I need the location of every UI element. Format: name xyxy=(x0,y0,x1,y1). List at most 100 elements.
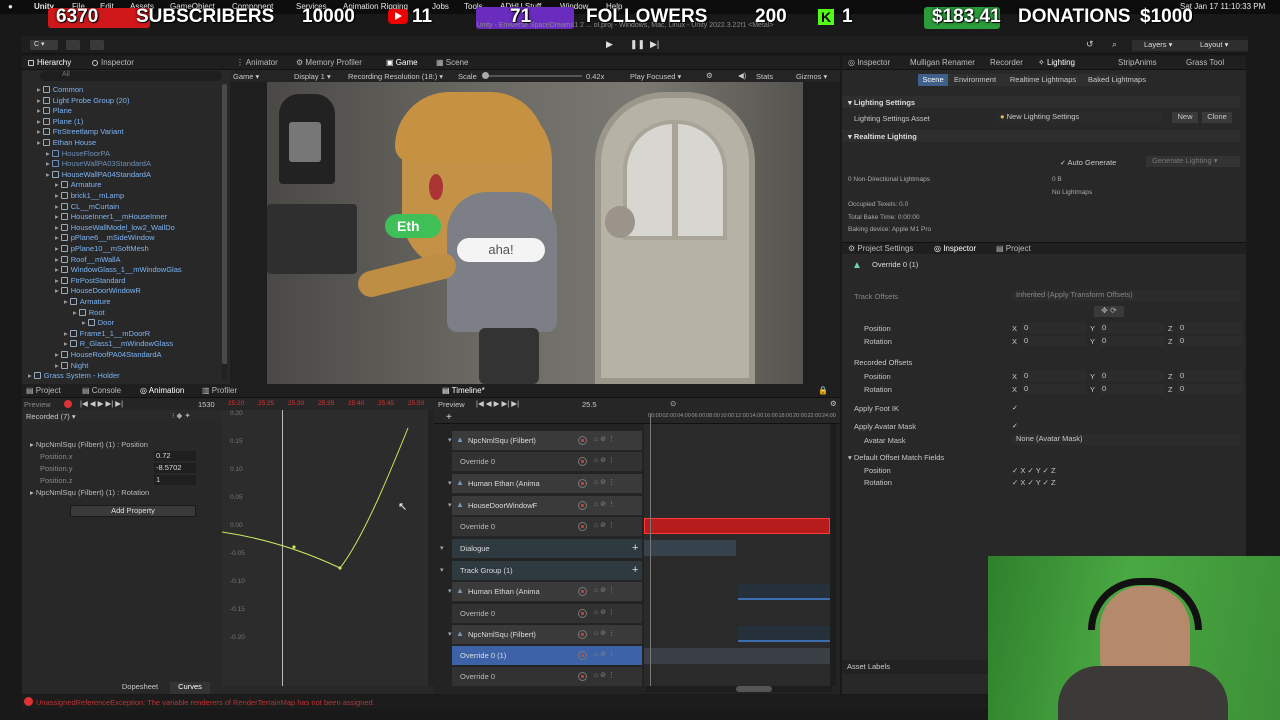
anim-clip-ethan[interactable] xyxy=(738,584,830,600)
timeline-preview-button[interactable]: Preview xyxy=(438,400,465,409)
track-controls[interactable]: ⌂ ⊘ ⋮ xyxy=(594,478,615,486)
expand-arrow-icon[interactable]: ▸ xyxy=(55,255,59,264)
expand-arrow-icon[interactable]: ▸ xyxy=(55,286,59,295)
anim-clip-filbert[interactable] xyxy=(738,626,830,642)
expand-arrow-icon[interactable]: ▸ xyxy=(55,361,59,370)
anim-property-value[interactable]: 1 xyxy=(154,475,196,485)
expand-arrow-icon[interactable]: ▾ xyxy=(440,544,444,552)
apply-avatar-mask-checkbox[interactable]: ✓ xyxy=(1012,421,1018,430)
hierarchy-item[interactable]: ▸ Plane (1) xyxy=(37,117,83,126)
hierarchy-item[interactable]: ▸ HouseWallPA04StandardA xyxy=(46,170,151,179)
record-track-button[interactable] xyxy=(578,436,587,445)
expand-arrow-icon[interactable]: ▸ xyxy=(82,318,86,327)
expand-arrow-icon[interactable]: ▸ xyxy=(64,297,68,306)
default-offset-header[interactable]: ▾ Default Offset Match Fields xyxy=(848,453,944,462)
track-controls[interactable]: ⌂ ⊘ ⋮ xyxy=(594,650,615,658)
keyframe-buttons[interactable]: ⁝ ◆ ✦ xyxy=(172,411,191,420)
apple-icon[interactable]: ● xyxy=(8,2,13,11)
tab-hierarchy[interactable]: Hierarchy xyxy=(28,58,71,67)
lighting-tab-scene[interactable]: Scene xyxy=(918,74,948,86)
new-button[interactable]: New xyxy=(1172,112,1198,123)
expand-arrow-icon[interactable]: ▸ xyxy=(37,85,41,94)
auto-generate-toggle[interactable]: ✓ Auto Generate xyxy=(1060,158,1116,167)
game-view[interactable]: Eth aha! xyxy=(267,82,803,384)
expand-arrow-icon[interactable]: ▸ xyxy=(46,159,50,168)
scale-slider[interactable] xyxy=(482,72,582,79)
dopesheet-tab[interactable]: Dopesheet xyxy=(118,682,162,694)
anim-ruler[interactable]: 25:20 25:25 25:30 25:35 25:40 25:45 25:50 xyxy=(222,398,434,410)
expand-arrow-icon[interactable]: ▸ xyxy=(55,244,59,253)
avatar-mask-field[interactable]: None (Avatar Mask) xyxy=(1012,434,1240,445)
hierarchy-item[interactable]: ▸ Plane xyxy=(37,106,72,115)
tab-inspector[interactable]: ◎ Inspector xyxy=(848,58,890,67)
expand-arrow-icon[interactable]: ▸ xyxy=(46,149,50,158)
history-icon[interactable]: ↺ xyxy=(1086,39,1098,51)
timeline-track[interactable]: Override 0 ⌂ ⊘ ⋮ xyxy=(452,517,642,537)
tab-game[interactable]: ▣ Game xyxy=(386,58,418,67)
lighting-tab-environment[interactable]: Environment xyxy=(950,74,1000,86)
tab-project[interactable]: ▤ Project xyxy=(26,386,61,395)
dialogue-clip[interactable] xyxy=(644,540,736,556)
search-icon[interactable]: ⌕ xyxy=(1112,39,1124,51)
hierarchy-item[interactable]: ▸ HouseRoofPA04StandardA xyxy=(55,350,162,359)
anim-property-row[interactable]: ▸ NpcNmlSqu (Filbert) (1) : Position xyxy=(30,440,220,449)
anim-property-value[interactable]: 0.72 xyxy=(154,451,196,461)
record-track-button[interactable] xyxy=(578,609,587,618)
add-track-button[interactable]: + xyxy=(446,412,452,423)
expand-arrow-icon[interactable]: ▾ xyxy=(448,501,452,509)
pause-button[interactable]: ❚❚ xyxy=(630,39,645,51)
z-value-field[interactable]: 0 xyxy=(1178,336,1242,346)
tab-inspector-left[interactable]: Inspector xyxy=(92,58,134,67)
game-mode-dropdown[interactable]: Game ▾ xyxy=(233,72,259,81)
expand-arrow-icon[interactable]: ▾ xyxy=(448,436,452,444)
gear-icon[interactable]: ⚙ xyxy=(706,71,713,80)
match-rotation-toggles[interactable]: ✓ X ✓ Y ✓ Z xyxy=(1012,478,1056,487)
record-button[interactable] xyxy=(64,400,72,408)
timeline-settings-icon[interactable]: ⚙ xyxy=(830,399,837,408)
record-track-button[interactable] xyxy=(578,457,587,466)
hierarchy-item[interactable]: ▸ Armature xyxy=(64,297,111,306)
step-button[interactable]: ▶| xyxy=(650,39,662,51)
expand-arrow-icon[interactable]: ▸ xyxy=(55,212,59,221)
status-error-text[interactable]: UnassignedReferenceException: The variab… xyxy=(36,698,375,707)
expand-arrow-icon[interactable]: ▸ xyxy=(28,371,32,380)
tab-stripanims[interactable]: StripAnims xyxy=(1118,58,1157,67)
expand-arrow-icon[interactable]: ▸ xyxy=(55,233,59,242)
record-track-button[interactable] xyxy=(578,522,587,531)
display-dropdown[interactable]: Display 1 ▾ xyxy=(294,72,331,81)
expand-arrow-icon[interactable]: ▾ xyxy=(440,566,444,574)
y-value-field[interactable]: 0 xyxy=(1100,384,1164,394)
expand-arrow-icon[interactable]: ▸ xyxy=(55,276,59,285)
tab-project-settings[interactable]: ⚙ Project Settings xyxy=(848,244,913,253)
hierarchy-item[interactable]: ▸ pPlane6__mSideWindow xyxy=(55,233,155,242)
mute-icon[interactable]: ◀) xyxy=(738,71,746,80)
record-track-button[interactable] xyxy=(578,672,587,681)
lighting-asset-field[interactable]: ● New Lighting Settings xyxy=(996,112,1162,123)
expand-arrow-icon[interactable]: ▸ xyxy=(55,191,59,200)
realtime-lighting-header[interactable]: ▾ Realtime Lighting xyxy=(848,132,917,141)
hierarchy-item[interactable]: ▸ Common xyxy=(37,85,83,94)
generate-lighting-button[interactable]: Generate Lighting ▾ xyxy=(1146,156,1240,167)
tab-recorder[interactable]: Recorder xyxy=(990,58,1023,67)
tab-project-lower[interactable]: ▤ Project xyxy=(996,244,1031,253)
hierarchy-item[interactable]: ▸ Grass System - Holder xyxy=(28,371,120,380)
hierarchy-item[interactable]: ▸ HouseWallModel_low2_WallDo xyxy=(55,223,175,232)
lighting-tab-realtime[interactable]: Realtime Lightmaps xyxy=(1004,74,1082,86)
lock-icon[interactable]: 🔒 xyxy=(818,386,828,395)
tab-scene[interactable]: ▦ Scene xyxy=(436,58,468,67)
lighting-tab-baked[interactable]: Baked Lightmaps xyxy=(1084,74,1150,86)
record-track-button[interactable] xyxy=(578,479,587,488)
expand-arrow-icon[interactable]: ▸ xyxy=(55,350,59,359)
hierarchy-item[interactable]: ▸ HouseFloorPA xyxy=(46,149,110,158)
hierarchy-item[interactable]: ▸ Door xyxy=(82,318,114,327)
cloud-icon[interactable] xyxy=(66,40,80,50)
y-value-field[interactable]: 0 xyxy=(1100,371,1164,381)
anim-property-value[interactable]: -8.5702 xyxy=(154,463,196,473)
timeline-track[interactable]: Override 0 (1) ⌂ ⊘ ⋮ xyxy=(452,646,642,666)
expand-arrow-icon[interactable]: ▸ xyxy=(37,117,41,126)
z-value-field[interactable]: 0 xyxy=(1178,384,1242,394)
record-track-button[interactable] xyxy=(578,587,587,596)
transport-controls[interactable]: |◀ ◀ ▶ ▶| ▶| xyxy=(80,399,123,408)
play-button[interactable]: ▶ xyxy=(606,39,618,51)
expand-arrow-icon[interactable]: ▸ xyxy=(73,308,77,317)
